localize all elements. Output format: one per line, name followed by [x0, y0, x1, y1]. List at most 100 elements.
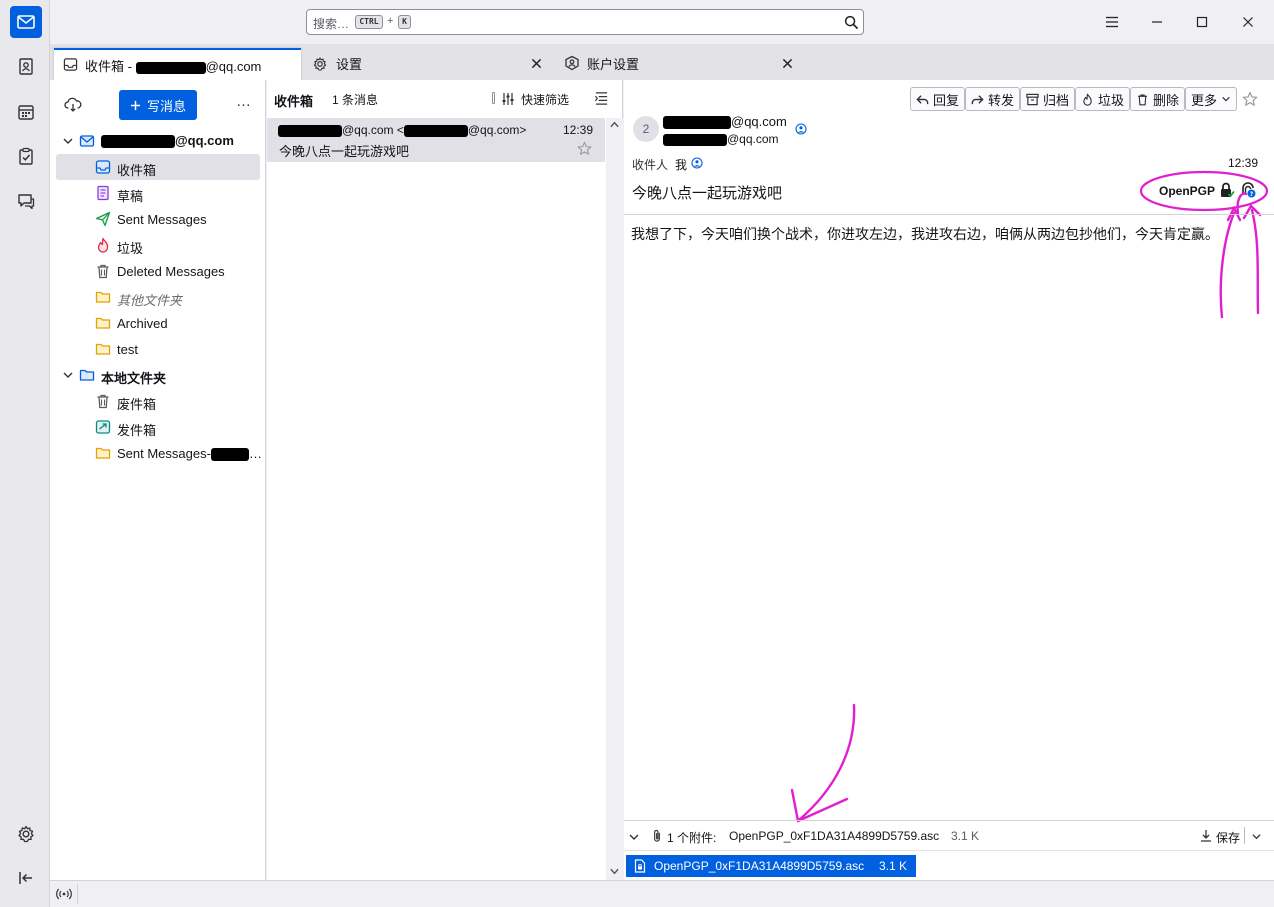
download-icon[interactable] [1200, 829, 1212, 842]
split-divider [1244, 827, 1245, 844]
chevron-down-icon[interactable] [1251, 831, 1262, 842]
tasks-button[interactable] [10, 140, 42, 172]
quick-filter-button[interactable]: 快速筛选 [521, 91, 569, 108]
message-pane: 回复 转发 归档 垃圾 删除 更多 2 @qq.com @qq.com 收件人 … [624, 80, 1274, 880]
thread-scrollbar[interactable] [606, 118, 623, 880]
message-count: 1 条消息 [332, 93, 379, 107]
local-folder-outbox[interactable]: 发件箱 [56, 414, 260, 440]
forward-button[interactable]: 转发 [965, 87, 1021, 111]
tab-inbox-suffix: @qq.com [205, 59, 262, 74]
star-icon[interactable] [577, 141, 592, 156]
folder-pane-menu-button[interactable]: … [236, 93, 251, 110]
chat-button[interactable] [10, 185, 42, 217]
folder-drafts[interactable]: 草稿 [56, 180, 260, 206]
status-divider [77, 884, 78, 904]
header-from[interactable]: @qq.com [663, 114, 787, 130]
online-status-icon[interactable] [56, 887, 72, 901]
search-icon[interactable] [844, 15, 859, 30]
tab-account-settings-label: 账户设置 [587, 57, 640, 72]
get-messages-icon[interactable] [64, 97, 82, 113]
mail-space-button[interactable] [10, 6, 42, 38]
close-tab-icon[interactable] [782, 58, 793, 69]
reply-icon [916, 94, 929, 104]
message-time: 12:39 [563, 123, 594, 137]
reply-label: 回复 [933, 92, 960, 108]
scroll-up-icon[interactable] [610, 121, 619, 128]
local-folders-row[interactable]: 本地文件夹 [56, 362, 260, 388]
tab-bar: 收件箱 - @qq.com 设置 账户设置 [50, 44, 1274, 80]
filter-sliders-icon[interactable] [501, 92, 515, 106]
folder-label: 收件箱 [117, 163, 157, 178]
attachment-chip[interactable]: OpenPGP_0xF1DA31A4899D5759.asc 3.1 K [626, 855, 916, 877]
close-tab-icon[interactable] [531, 58, 542, 69]
folder-junk[interactable]: 垃圾 [56, 232, 260, 258]
header-from-email[interactable]: @qq.com [663, 132, 779, 146]
gear-icon [313, 57, 327, 71]
global-search-box[interactable]: 搜索… CTRL + K [306, 9, 864, 35]
folder-label: 垃圾 [117, 241, 144, 256]
message-sender: @qq.com < @qq.com> [278, 123, 526, 137]
chevron-down-icon [1222, 96, 1230, 102]
trash-icon [1138, 93, 1147, 105]
header-from-suffix: @qq.com [731, 114, 787, 129]
reply-button[interactable]: 回复 [910, 87, 966, 111]
folder-sent[interactable]: Sent Messages [56, 206, 260, 232]
file-icon [634, 859, 646, 873]
shortcut-ctrl-key: CTRL [355, 15, 383, 29]
account-row[interactable]: @qq.com [56, 128, 260, 154]
folder-other[interactable]: 其他文件夹 [56, 284, 260, 310]
forward-icon [971, 94, 984, 104]
tab-inbox[interactable]: 收件箱 - @qq.com [54, 48, 301, 80]
app-menu-button[interactable] [1100, 10, 1124, 34]
tab-settings[interactable]: 设置 [304, 48, 550, 80]
local-folder-trash[interactable]: 废件箱 [56, 388, 260, 414]
close-window-button[interactable] [1236, 10, 1260, 34]
chevron-down-icon[interactable] [62, 135, 74, 147]
scroll-down-icon[interactable] [610, 868, 619, 875]
folder-pane: 写消息 … @qq.com 收件箱 草稿 Sent Messages 垃圾 De… [50, 80, 266, 880]
sender-avatar: 2 [633, 116, 659, 142]
folder-test[interactable]: test [56, 336, 260, 362]
collapse-spaces-button[interactable] [10, 862, 42, 894]
attachment-size: 3.1 K [951, 829, 980, 843]
save-attachment-button[interactable]: 保存 [1216, 829, 1240, 846]
folder-icon [95, 291, 111, 303]
folder-deleted[interactable]: Deleted Messages [56, 258, 260, 284]
folder-label: 草稿 [117, 189, 144, 204]
compose-button[interactable]: 写消息 [119, 90, 197, 120]
address-book-button[interactable] [10, 50, 42, 82]
close-icon [1243, 17, 1253, 27]
delete-button[interactable]: 删除 [1130, 87, 1186, 111]
folder-inbox[interactable]: 收件箱 [56, 154, 260, 180]
contact-icon[interactable] [795, 123, 807, 135]
more-button[interactable]: 更多 [1185, 87, 1238, 111]
settings-button[interactable] [10, 818, 42, 850]
thread-display-options-icon[interactable] [594, 91, 609, 106]
trash-icon [97, 264, 109, 279]
minimize-button[interactable] [1145, 10, 1169, 34]
delete-label: 删除 [1153, 92, 1180, 108]
drafts-icon [97, 185, 109, 201]
local-folder-icon [79, 369, 95, 381]
quick-filter-toggle[interactable] [492, 92, 495, 104]
archive-button[interactable]: 归档 [1020, 87, 1076, 111]
calendar-icon [18, 105, 34, 120]
maximize-button[interactable] [1190, 10, 1214, 34]
message-row[interactable]: @qq.com < @qq.com> 12:39 今晚八点一起玩游戏吧 [267, 118, 605, 162]
tasks-icon [19, 147, 33, 165]
junk-label: 垃圾 [1098, 92, 1125, 108]
tab-account-settings[interactable]: 账户设置 [556, 48, 802, 80]
folder-archived[interactable]: Archived [56, 310, 260, 336]
chevron-down-icon[interactable] [628, 831, 640, 843]
calendar-button[interactable] [10, 96, 42, 128]
local-folder-sent[interactable]: Sent Messages-… [56, 440, 262, 466]
archive-label: 归档 [1043, 92, 1070, 108]
forward-label: 转发 [988, 92, 1015, 108]
junk-button[interactable]: 垃圾 [1075, 87, 1131, 111]
ellipsis: … [248, 446, 262, 461]
chevron-down-icon[interactable] [62, 369, 74, 381]
outbox-icon [95, 420, 111, 434]
attachment-filename[interactable]: OpenPGP_0xF1DA31A4899D5759.asc [729, 829, 939, 843]
star-icon[interactable] [1242, 91, 1258, 107]
account-name: @qq.com [101, 133, 234, 149]
